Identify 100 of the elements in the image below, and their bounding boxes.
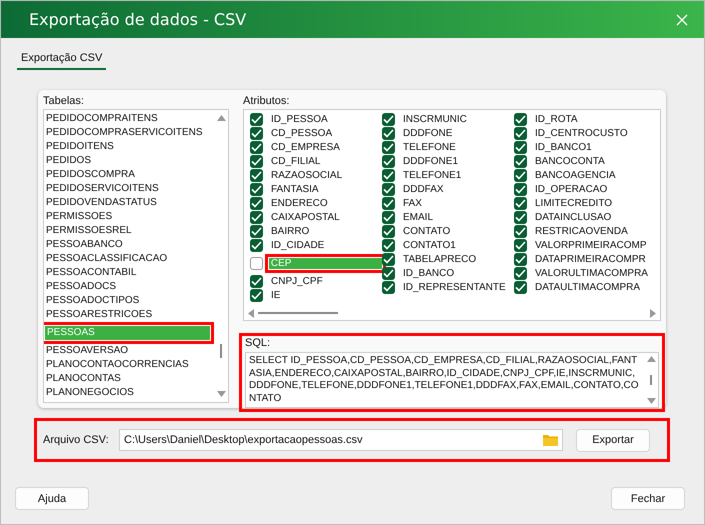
checkbox[interactable]	[382, 238, 395, 252]
attribute-name[interactable]: DATAINCLUSAO	[533, 212, 614, 222]
attribute-name[interactable]: DATAPRIMEIRACOMPR	[533, 254, 648, 264]
close-button[interactable]: Fechar	[611, 487, 685, 510]
attribute-name[interactable]: VALORPRIMEIRACOMP	[533, 240, 648, 250]
checkbox[interactable]	[382, 280, 395, 294]
checkbox[interactable]	[382, 196, 395, 210]
attribute-name[interactable]: CD_PESSOA	[269, 128, 334, 138]
checkbox[interactable]	[250, 274, 263, 288]
attribute-name[interactable]: ENDERECO	[269, 198, 330, 208]
checkbox[interactable]	[382, 154, 395, 168]
table-item[interactable]: PLANOCONTAOCORRENCIAS	[44, 358, 214, 372]
attribute-name[interactable]: ID_REPRESENTANTE	[401, 282, 508, 292]
checkbox[interactable]	[514, 280, 527, 294]
attribute-name[interactable]: TELEFONE	[401, 142, 458, 152]
table-item[interactable]: PESSOABANCO	[44, 238, 214, 252]
attribute-name[interactable]: CAIXAPOSTAL	[269, 212, 342, 222]
checkbox[interactable]	[382, 210, 395, 224]
table-item[interactable]: PESSOAVERSAO	[44, 344, 214, 358]
tab[interactable]: Exportação CSV	[17, 50, 106, 70]
attribute-name[interactable]: ID_ROTA	[533, 114, 580, 124]
file-path-field[interactable]: C:\Users\Daniel\Desktop\exportacaopessoas.csv	[119, 429, 563, 451]
checkbox[interactable]	[382, 224, 395, 238]
attribute-name[interactable]: CD_FILIAL	[269, 156, 322, 166]
attribute-name[interactable]: INSCRMUNIC	[401, 114, 469, 124]
table-item[interactable]: PEDIDOSERVICOITENS	[44, 182, 214, 196]
help-button[interactable]: Ajuda	[15, 487, 89, 510]
checkbox[interactable]	[382, 126, 395, 140]
checkbox[interactable]	[250, 196, 263, 210]
attribute-name[interactable]: TELEFONE1	[401, 170, 464, 180]
checkbox[interactable]	[382, 266, 395, 280]
scroll-right-icon[interactable]	[650, 308, 656, 318]
checkbox[interactable]	[514, 168, 527, 182]
checkbox[interactable]	[514, 112, 527, 126]
sql-field[interactable]: SELECT ID_PESSOA,CD_PESSOA,CD_EMPRESA,CD_FILIAL,RAZAOSOCIAL,FANTASIA,ENDERECO,CAIXAPOSTAL,BAIRRO,ID_CIDADE,CNPJ_CPF,IE,INSCRMUNIC,DDDFONE,TELEFONE,DDDFONE1,TELEFONE1,DDDFAX,FAX,EMAIL,CONTATO,CONTATO	[245, 352, 659, 408]
checkbox[interactable]	[250, 256, 263, 270]
checkbox[interactable]	[250, 126, 263, 140]
table-item[interactable]: PEDIDOVENDASTATUS	[44, 196, 214, 210]
attribute-name[interactable]: CONTATO	[401, 226, 452, 236]
scroll-thumb[interactable]	[220, 344, 222, 358]
checkbox[interactable]	[514, 252, 527, 266]
attribute-name[interactable]: TABELAPRECO	[401, 254, 478, 264]
checkbox[interactable]	[514, 126, 527, 140]
attribute-name[interactable]: BANCOAGENCIA	[533, 170, 618, 180]
scroll-down-icon[interactable]	[216, 391, 226, 397]
attribute-name[interactable]: BANCOCONTA	[533, 156, 607, 166]
attribute-name[interactable]: DDDFONE1	[401, 156, 460, 166]
table-item[interactable]: PEDIDOSCOMPRA	[44, 168, 214, 182]
table-item[interactable]: PEDIDOS	[44, 154, 214, 168]
checkbox[interactable]	[382, 140, 395, 154]
table-item[interactable]: PESSOACONTABIL	[44, 266, 214, 280]
checkbox[interactable]	[514, 154, 527, 168]
checkbox[interactable]	[382, 168, 395, 182]
table-item[interactable]: PESSOADOCS	[44, 280, 214, 294]
checkbox[interactable]	[250, 154, 263, 168]
table-item[interactable]: PEDIDOITENS	[44, 140, 214, 154]
checkbox[interactable]	[514, 196, 527, 210]
checkbox[interactable]	[514, 266, 527, 280]
table-item[interactable]: PESSOARESTRICOES	[44, 308, 214, 322]
attribute-name[interactable]: LIMITECREDITO	[533, 198, 614, 208]
table-item[interactable]: PERMISSOESREL	[44, 224, 214, 238]
attribute-name[interactable]: VALORULTIMACOMPRA	[533, 268, 650, 278]
checkbox[interactable]	[514, 182, 527, 196]
checkbox[interactable]	[382, 252, 395, 266]
attribute-name[interactable]: DDDFONE	[401, 128, 454, 138]
attribute-name[interactable]: ID_OPERACAO	[533, 184, 610, 194]
checkbox[interactable]	[250, 288, 263, 302]
scroll-down-icon[interactable]	[646, 398, 656, 404]
table-item[interactable]: PEDIDOCOMPRASERVICOITENS	[44, 126, 214, 140]
attribute-name[interactable]: ID_PESSOA	[269, 114, 330, 124]
attribute-name[interactable]: ID_BANCO1	[533, 142, 594, 152]
checkbox[interactable]	[250, 112, 263, 126]
table-item[interactable]: PLANOCONTAS	[44, 372, 214, 386]
attribute-name[interactable]: FAX	[401, 198, 424, 208]
checkbox[interactable]	[382, 182, 395, 196]
attribute-name[interactable]: RESTRICAOVENDA	[533, 226, 630, 236]
checkbox[interactable]	[250, 168, 263, 182]
scroll-up-icon[interactable]	[646, 356, 656, 362]
table-item[interactable]: PESSOADOCTIPOS	[44, 294, 214, 308]
attribute-name[interactable]: ID_BANCO	[401, 268, 456, 278]
attribute-name[interactable]: ID_CENTROCUSTO	[533, 128, 630, 138]
attribute-name[interactable]: CD_EMPRESA	[269, 142, 342, 152]
attribute-name[interactable]: CNPJ_CPF	[269, 276, 325, 286]
table-item[interactable]: PLANONEGOCIOS	[44, 386, 214, 400]
attribute-name[interactable]: EMAIL	[401, 212, 436, 222]
checkbox[interactable]	[514, 238, 527, 252]
checkbox[interactable]	[514, 224, 527, 238]
scroll-thumb[interactable]	[258, 312, 338, 314]
attribute-name[interactable]: IE	[269, 290, 282, 300]
attribute-name[interactable]: ID_CIDADE	[269, 240, 326, 250]
attribute-name[interactable]: DATAULTIMACOMPRA	[533, 282, 642, 292]
scroll-thumb[interactable]	[650, 375, 652, 385]
scroll-left-icon[interactable]	[248, 308, 254, 318]
checkbox[interactable]	[382, 112, 395, 126]
checkbox[interactable]	[514, 210, 527, 224]
checkbox[interactable]	[250, 210, 263, 224]
checkbox[interactable]	[250, 182, 263, 196]
attribute-name[interactable]: FANTASIA	[269, 184, 321, 194]
attribute-name[interactable]: RAZAOSOCIAL	[269, 170, 344, 180]
table-item[interactable]: PESSOACLASSIFICACAO	[44, 252, 214, 266]
